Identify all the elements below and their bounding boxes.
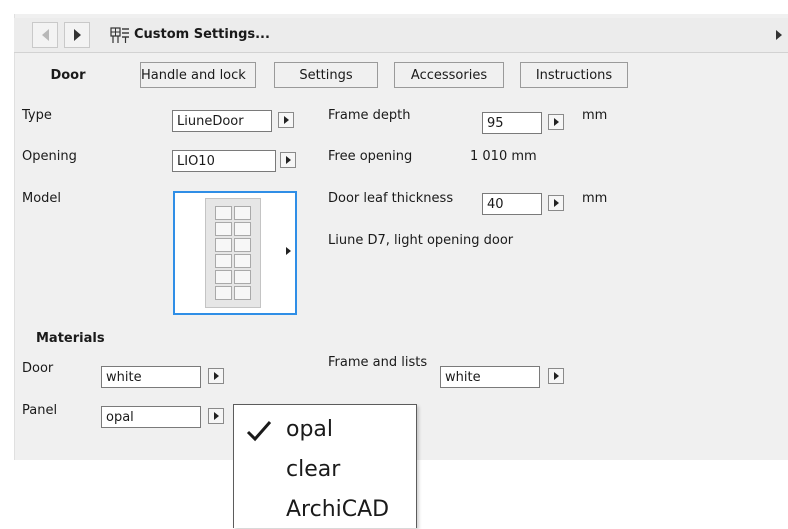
frame-and-lists-arrow-button[interactable] bbox=[548, 368, 564, 384]
material-door-arrow-button[interactable] bbox=[208, 368, 224, 384]
model-label: Model bbox=[22, 191, 62, 206]
title-bar: Custom Settings... bbox=[14, 18, 788, 53]
door-leaf-thickness-arrow-button[interactable] bbox=[548, 195, 564, 211]
dropdown-item-label: ArchiCAD bbox=[286, 497, 390, 522]
arrow-right-icon bbox=[553, 199, 559, 207]
frame-and-lists-label: Frame and lists bbox=[328, 355, 428, 370]
type-label: Type bbox=[22, 108, 52, 123]
opening-field[interactable]: LIO10 bbox=[172, 150, 276, 172]
title-expand-icon[interactable] bbox=[776, 30, 782, 40]
model-description: Liune D7, light opening door bbox=[328, 233, 514, 248]
material-door-label: Door bbox=[22, 361, 54, 376]
back-arrow-icon bbox=[41, 29, 49, 41]
arrow-right-icon bbox=[285, 156, 291, 164]
tab-door[interactable]: Door bbox=[28, 62, 108, 88]
frame-depth-field[interactable]: 95 bbox=[482, 112, 542, 134]
arrow-right-icon bbox=[213, 372, 219, 380]
panel-material-dropdown: opal clear ArchiCAD bbox=[233, 404, 417, 528]
model-arrow-icon[interactable] bbox=[286, 247, 291, 255]
door-leaf-thickness-unit: mm bbox=[582, 191, 608, 206]
door-leaf-thickness-field[interactable]: 40 bbox=[482, 193, 542, 215]
arrow-right-icon bbox=[213, 412, 219, 420]
dropdown-item-archicad[interactable]: ArchiCAD bbox=[234, 491, 416, 529]
frame-depth-arrow-button[interactable] bbox=[548, 114, 564, 130]
material-panel-arrow-button[interactable] bbox=[208, 408, 224, 424]
opening-label: Opening bbox=[22, 149, 77, 164]
back-button[interactable] bbox=[32, 22, 58, 48]
settings-grid-icon bbox=[110, 27, 129, 43]
frame-and-lists-field[interactable]: white bbox=[440, 366, 540, 388]
type-field[interactable]: LiuneDoor bbox=[172, 110, 272, 132]
tab-accessories[interactable]: Accessories bbox=[394, 62, 504, 88]
frame-depth-unit: mm bbox=[582, 108, 608, 123]
check-icon bbox=[246, 421, 272, 442]
free-opening-value: 1 010 mm bbox=[470, 149, 537, 164]
model-preview[interactable] bbox=[173, 191, 297, 315]
materials-heading: Materials bbox=[36, 331, 105, 346]
door-preview-image bbox=[205, 198, 261, 308]
dropdown-item-label: clear bbox=[286, 457, 341, 482]
title-text: Custom Settings... bbox=[134, 27, 270, 42]
arrow-right-icon bbox=[553, 372, 559, 380]
opening-arrow-button[interactable] bbox=[280, 152, 296, 168]
type-arrow-button[interactable] bbox=[278, 112, 294, 128]
tab-settings[interactable]: Settings bbox=[274, 62, 378, 88]
arrow-right-icon bbox=[283, 116, 289, 124]
dropdown-item-opal[interactable]: opal bbox=[234, 411, 416, 449]
arrow-right-icon bbox=[553, 118, 559, 126]
dropdown-item-clear[interactable]: clear bbox=[234, 451, 416, 489]
material-panel-label: Panel bbox=[22, 403, 58, 418]
forward-button[interactable] bbox=[64, 22, 90, 48]
material-door-field[interactable]: white bbox=[101, 366, 201, 388]
frame-depth-label: Frame depth bbox=[328, 108, 411, 123]
tab-handle-and-lock[interactable]: Handle and lock bbox=[140, 62, 256, 88]
forward-arrow-icon bbox=[73, 29, 81, 41]
material-panel-field[interactable]: opal bbox=[101, 406, 201, 428]
door-leaf-thickness-label: Door leaf thickness bbox=[328, 191, 454, 206]
tab-instructions[interactable]: Instructions bbox=[520, 62, 628, 88]
free-opening-label: Free opening bbox=[328, 149, 413, 164]
dropdown-item-label: opal bbox=[286, 417, 334, 442]
